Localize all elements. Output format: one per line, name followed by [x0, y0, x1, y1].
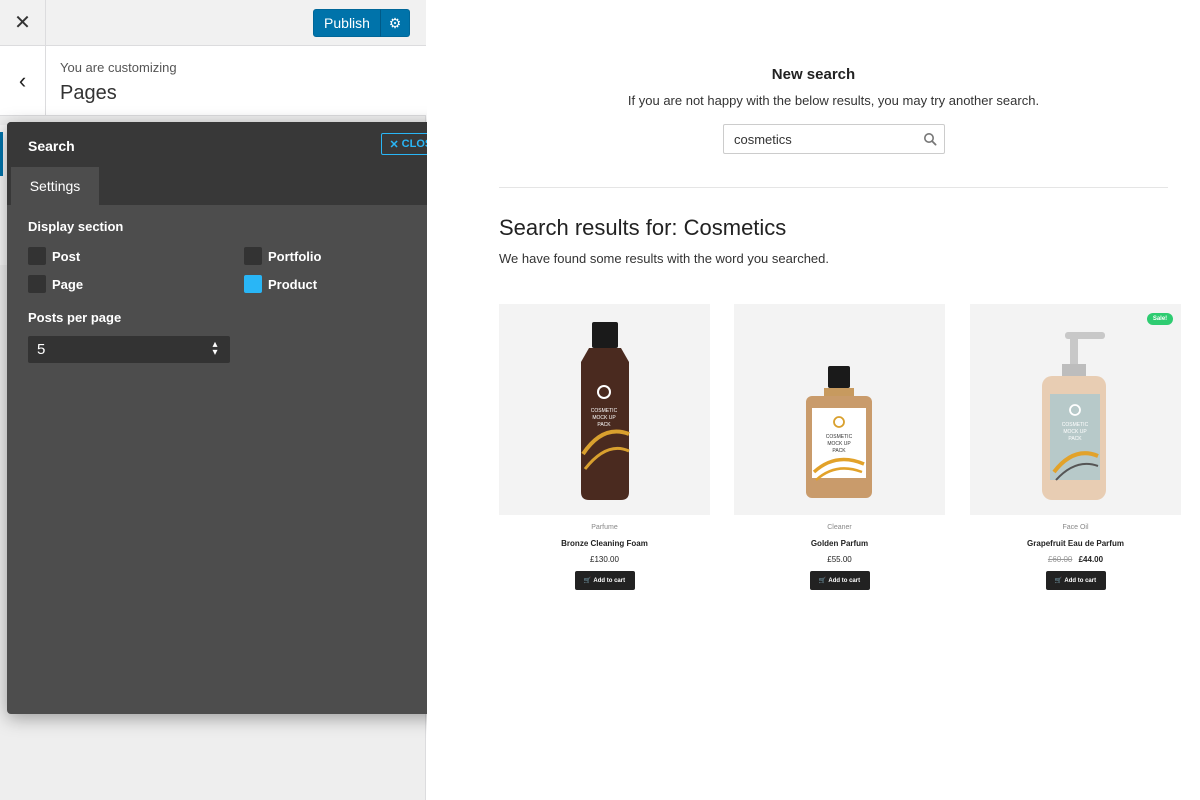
product-price: £60.00 £44.00	[970, 555, 1181, 564]
bottle-label-line: PACK	[597, 422, 611, 428]
bottle-golden-image: COSMETIC MOCK UP PACK	[806, 366, 872, 498]
divider	[499, 187, 1168, 188]
checkbox-product-label: Product	[268, 276, 318, 292]
close-icon: ✕	[14, 12, 31, 34]
bottle-brown-image: COSMETIC MOCK UP PACK	[581, 322, 630, 500]
close-icon: ✕	[389, 138, 399, 151]
bottle-label-line: PACK	[1068, 436, 1082, 442]
product-image[interactable]: COSMETIC MOCK UP PACK Sale!	[970, 304, 1181, 515]
add-to-cart-button[interactable]: 🛒 Add to cart	[809, 571, 870, 590]
sidebar-active-indicator	[0, 132, 3, 176]
bottle-label-line: MOCK UP	[592, 415, 616, 421]
product-price-value: £130.00	[590, 555, 619, 564]
product-category[interactable]: Parfume	[499, 524, 710, 531]
product-price-value: £44.00	[1078, 555, 1104, 564]
bottle-label-line: COSMETIC	[1062, 422, 1089, 428]
back-button[interactable]: ‹	[0, 46, 46, 116]
new-search-description: If you are not happy with the below resu…	[627, 93, 1040, 108]
posts-per-page-label: Posts per page	[28, 310, 122, 325]
checkbox-page-label: Page	[52, 276, 84, 292]
posts-per-page-input[interactable]: 5	[28, 336, 230, 363]
product-price-value: £55.00	[827, 555, 852, 564]
cart-icon: 🛒	[583, 578, 592, 584]
customizer-topbar: ✕ Publish ⚙	[0, 0, 426, 46]
add-to-cart-button[interactable]: 🛒 Add to cart	[1045, 571, 1106, 590]
search-input[interactable]: cosmetics	[723, 124, 945, 154]
checkbox-page-box[interactable]	[28, 275, 46, 293]
display-section-label: Display section	[28, 219, 124, 234]
section-title: Pages	[60, 82, 117, 104]
bottle-label-line: MOCK UP	[1063, 429, 1087, 435]
product-image[interactable]: COSMETIC MOCK UP PACK	[499, 304, 710, 515]
checkbox-page[interactable]: Page	[28, 275, 83, 293]
new-search-title: New search	[771, 66, 856, 83]
checkbox-product-box[interactable]	[244, 275, 262, 293]
bottle-label-line: PACK	[832, 448, 846, 454]
section-header: ‹ You are customizing Pages	[0, 46, 426, 116]
gear-icon: ⚙	[388, 14, 402, 31]
site-preview: New search If you are not happy with the…	[427, 0, 1200, 800]
bottle-label-line: COSMETIC	[826, 434, 853, 440]
search-settings-panel: Search ✕ CLOSE Settings Display section …	[7, 122, 469, 714]
product-card[interactable]: COSMETIC MOCK UP PACK Sale! Face Oil Gra…	[970, 304, 1181, 590]
add-to-cart-label: Add to cart	[593, 577, 626, 584]
add-to-cart-button[interactable]: 🛒 Add to cart	[574, 571, 635, 590]
product-category[interactable]: Face Oil	[970, 524, 1181, 531]
publish-button[interactable]: Publish	[313, 9, 381, 37]
cart-icon: 🛒	[1054, 578, 1063, 584]
checkbox-post-box[interactable]	[28, 247, 46, 265]
bottle-pump-image: COSMETIC MOCK UP PACK	[1042, 332, 1106, 500]
product-card[interactable]: COSMETIC MOCK UP PACK Parfume Bronze Cle…	[499, 304, 710, 590]
product-card[interactable]: COSMETIC MOCK UP PACK Cleaner Golden Par…	[734, 304, 945, 590]
product-image[interactable]: COSMETIC MOCK UP PACK	[734, 304, 945, 515]
checkbox-post-label: Post	[52, 248, 81, 264]
checkbox-post[interactable]: Post	[28, 247, 80, 265]
results-description: We have found some results with the word…	[499, 251, 829, 266]
chevron-left-icon: ‹	[18, 68, 27, 93]
panel-title: Search	[28, 138, 75, 154]
panel-header: Search ✕ CLOSE Settings	[7, 122, 469, 205]
checkbox-portfolio-label: Portfolio	[268, 248, 322, 264]
checkbox-portfolio[interactable]: Portfolio	[244, 247, 321, 265]
product-name[interactable]: Grapefruit Eau de Parfum	[970, 539, 1181, 548]
publish-settings-button[interactable]: ⚙	[380, 9, 410, 37]
number-spinner-icon[interactable]: ▴ ▾	[210, 340, 220, 358]
cart-icon: 🛒	[818, 578, 827, 584]
bottle-label-line: COSMETIC	[591, 408, 618, 414]
product-price: £55.00	[734, 555, 945, 564]
bottle-label-line: MOCK UP	[827, 441, 851, 447]
checkbox-portfolio-box[interactable]	[244, 247, 262, 265]
product-category[interactable]: Cleaner	[734, 524, 945, 531]
search-icon[interactable]	[923, 132, 937, 146]
add-to-cart-label: Add to cart	[828, 577, 861, 584]
sale-badge: Sale!	[1147, 313, 1173, 325]
results-title: Search results for: Cosmetics	[499, 215, 787, 240]
product-old-price: £60.00	[1047, 555, 1073, 564]
customizing-label: You are customizing	[60, 60, 177, 75]
product-name[interactable]: Golden Parfum	[734, 539, 945, 548]
product-price: £130.00	[499, 555, 710, 564]
close-customizer-button[interactable]: ✕	[0, 0, 46, 45]
add-to-cart-label: Add to cart	[1064, 577, 1097, 584]
checkbox-product[interactable]: Product	[244, 275, 317, 293]
tab-settings[interactable]: Settings	[11, 167, 99, 205]
product-name[interactable]: Bronze Cleaning Foam	[499, 539, 710, 548]
